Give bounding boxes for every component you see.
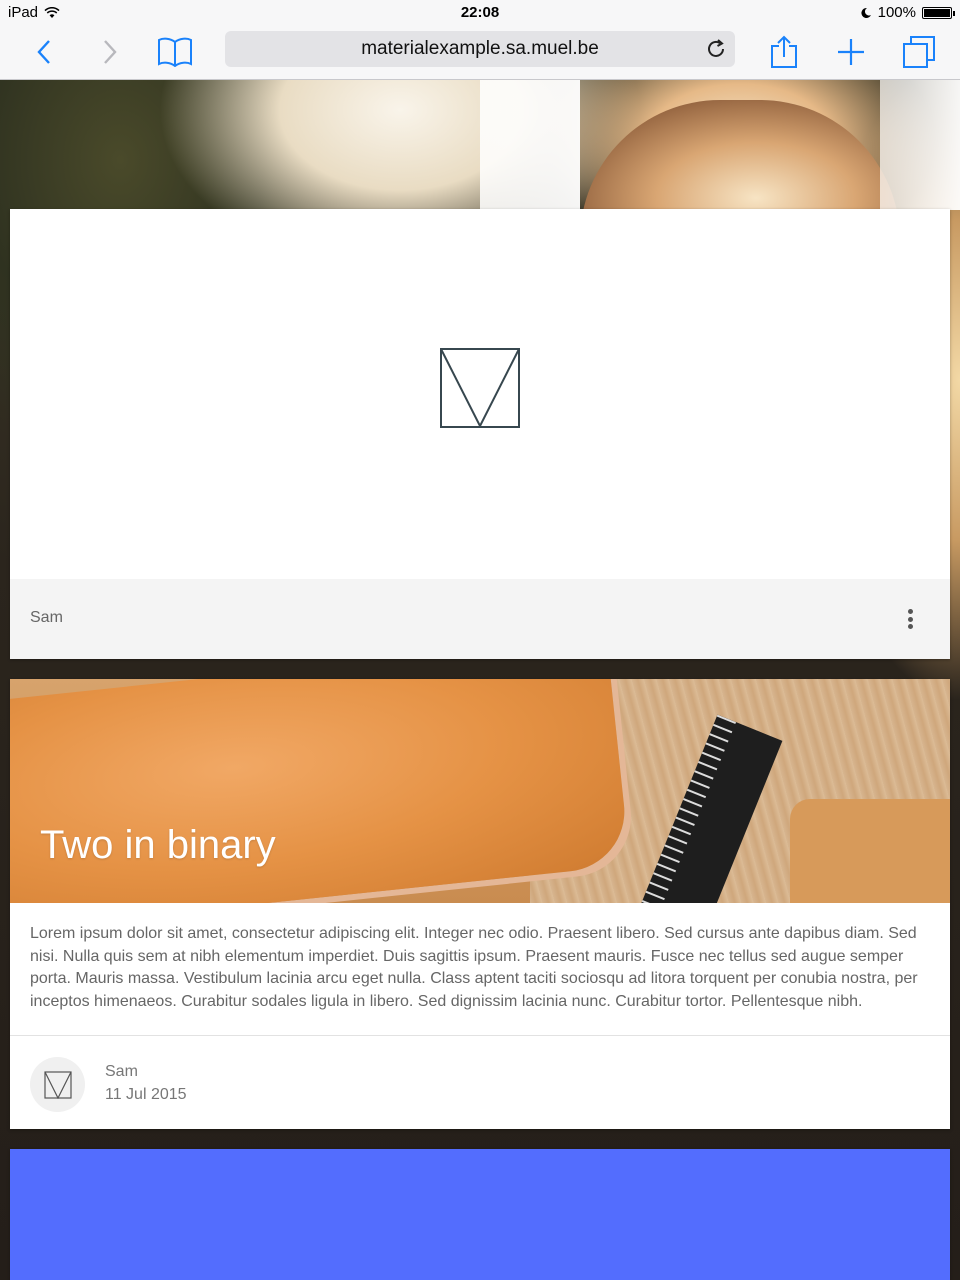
bookmarks-button[interactable] bbox=[155, 32, 195, 72]
more-vert-icon bbox=[907, 609, 913, 614]
card-footer: Sam 11 Jul 2015 bbox=[10, 1036, 950, 1129]
card-title[interactable]: Two in binary bbox=[40, 823, 276, 868]
tabs-button[interactable] bbox=[899, 32, 939, 72]
more-options-button[interactable] bbox=[898, 607, 922, 631]
book-icon bbox=[158, 37, 192, 67]
card-author: Sam bbox=[30, 609, 63, 626]
tabs-icon bbox=[903, 36, 935, 68]
share-icon bbox=[771, 35, 797, 68]
moon-icon bbox=[861, 7, 871, 18]
card-author: Sam bbox=[105, 1063, 138, 1080]
plus-icon bbox=[838, 39, 864, 65]
forward-button[interactable] bbox=[90, 32, 130, 72]
card-hero-image: Two in binary bbox=[10, 679, 950, 903]
leather-notebook bbox=[10, 679, 631, 903]
reload-icon[interactable] bbox=[705, 38, 727, 60]
chevron-right-icon bbox=[104, 40, 117, 64]
status-time: 22:08 bbox=[460, 4, 500, 21]
new-tab-button[interactable] bbox=[831, 32, 871, 72]
battery-icon bbox=[922, 6, 955, 19]
status-bar: iPad 22:08 100% bbox=[0, 0, 960, 26]
post-card[interactable] bbox=[10, 1149, 950, 1280]
browser-toolbar: materialexample.sa.muel.be bbox=[0, 26, 960, 80]
card-date: 11 Jul 2015 bbox=[105, 1086, 187, 1103]
post-card[interactable]: Two in binary Lorem ipsum dolor sit amet… bbox=[10, 679, 950, 1129]
card-image-placeholder bbox=[10, 209, 950, 579]
share-button[interactable] bbox=[764, 32, 804, 72]
chevron-left-icon bbox=[37, 40, 50, 64]
card-excerpt: Lorem ipsum dolor sit amet, consectetur … bbox=[10, 903, 950, 1036]
address-bar[interactable]: materialexample.sa.muel.be bbox=[225, 31, 735, 67]
avatar[interactable] bbox=[30, 1057, 85, 1112]
back-button[interactable] bbox=[24, 32, 64, 72]
card-footer: Sam bbox=[10, 579, 950, 659]
post-card[interactable]: Sam bbox=[10, 209, 950, 659]
material-logo-icon bbox=[43, 1070, 72, 1099]
url-text: materialexample.sa.muel.be bbox=[361, 38, 599, 59]
battery-percent: 100% bbox=[877, 4, 916, 21]
status-right: 100% bbox=[860, 4, 955, 21]
material-logo-icon bbox=[440, 348, 520, 428]
